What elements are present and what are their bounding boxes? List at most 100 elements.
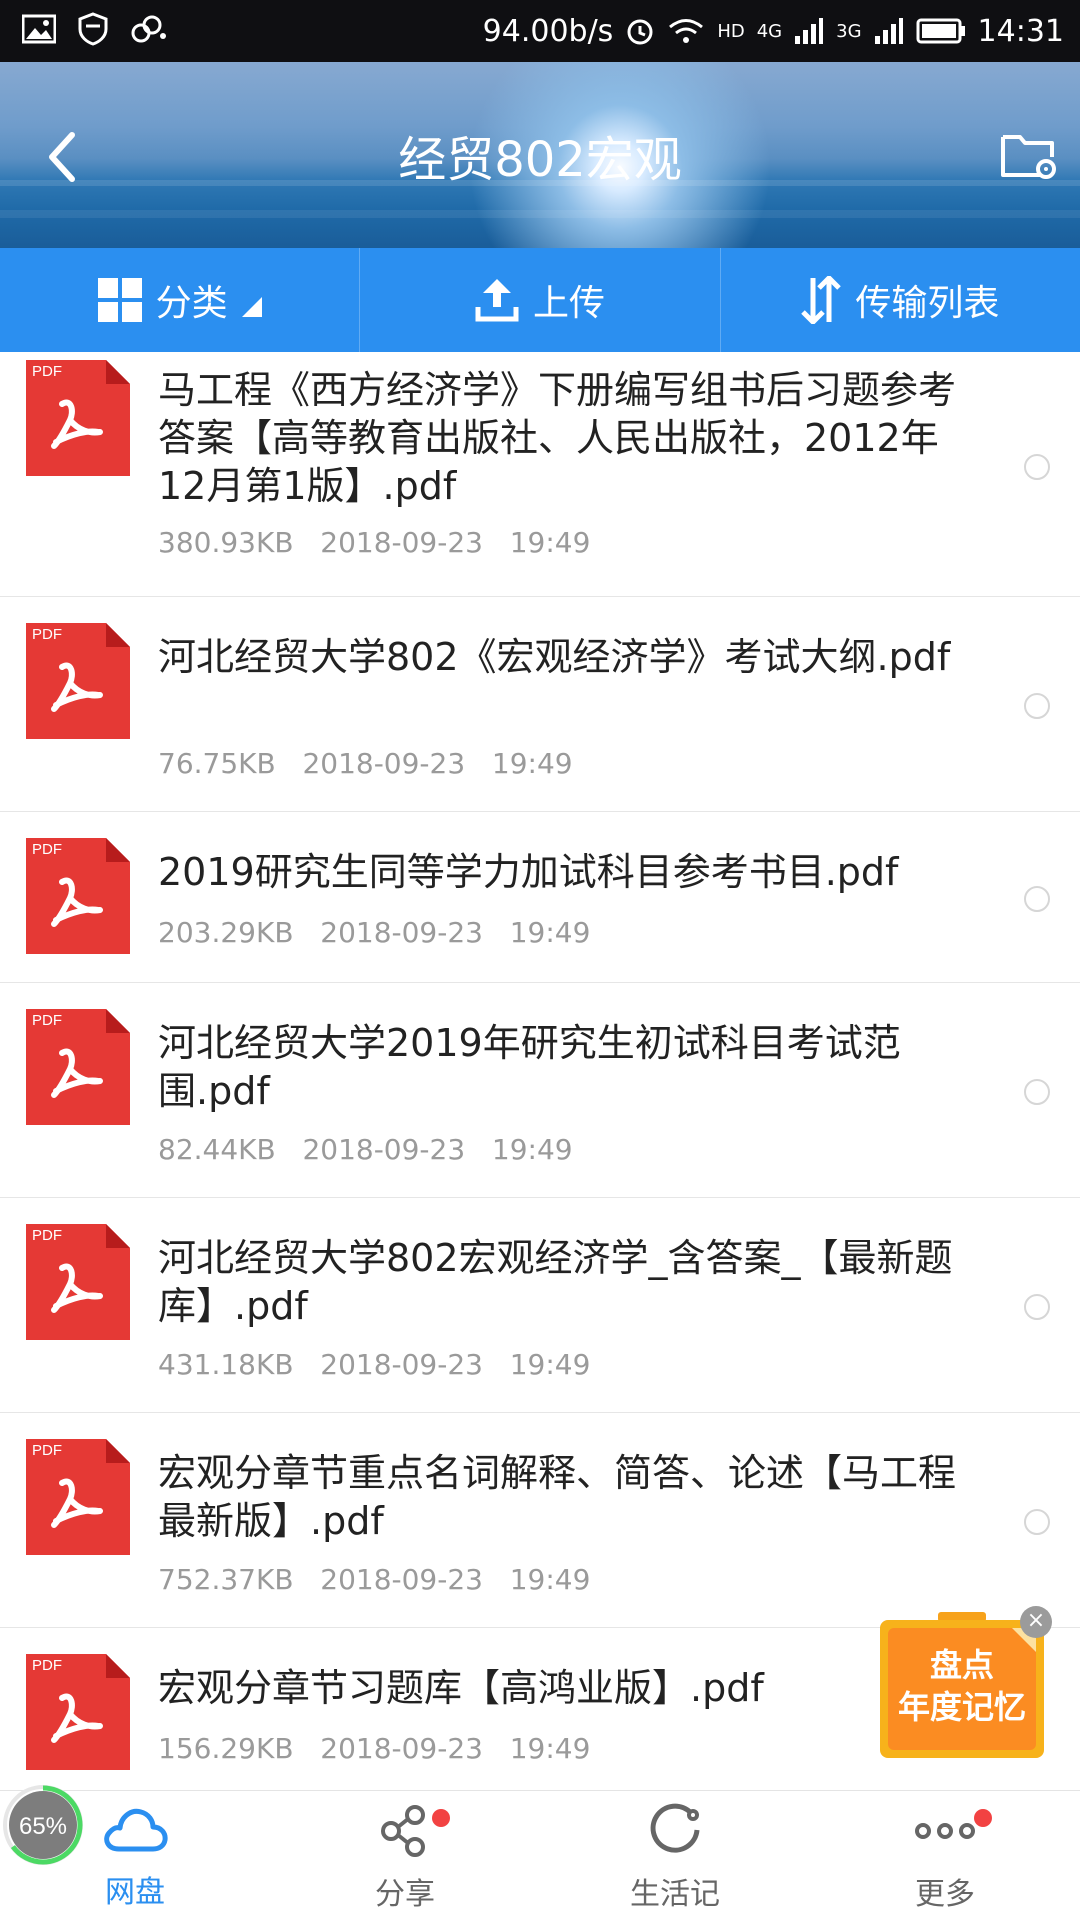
bottom-tab-bar: 网盘 分享 生活记 更多 (0, 1790, 1080, 1921)
file-meta: 380.93KB 2018-09-23 19:49 (158, 526, 590, 559)
select-radio[interactable] (1024, 886, 1050, 912)
battery-icon (916, 18, 965, 44)
tab-label: 生活记 (630, 1877, 720, 1912)
promo-close-icon[interactable]: × (1020, 1606, 1052, 1638)
file-meta: 203.29KB 2018-09-23 19:49 (158, 916, 590, 949)
file-row[interactable]: PDF 2019研究生同等学力加试科目参考书目.pdf 203.29KB 201… (0, 812, 1080, 983)
network-speed: 94.00b/s (482, 13, 614, 49)
signal-icon (874, 18, 903, 44)
upload-button[interactable]: 上传 (360, 248, 721, 352)
signal-icon (795, 18, 824, 44)
pdf-file-icon: PDF (26, 838, 130, 954)
file-row[interactable]: PDF 河北经贸大学2019年研究生初试科目考试范围.pdf 82.44KB 2… (0, 983, 1080, 1198)
alarm-icon (627, 19, 653, 45)
file-date: 2018-09-23 (302, 747, 466, 780)
transfer-list-button[interactable]: 传输列表 (721, 248, 1080, 352)
tab-label: 网盘 (105, 1875, 165, 1910)
more-icon (915, 1823, 975, 1839)
pdf-file-icon: PDF (26, 360, 130, 476)
notification-dot (432, 1809, 450, 1827)
promo-line-2: 年度记忆 (898, 1688, 1026, 1726)
pdf-file-icon: PDF (26, 1224, 130, 1340)
classify-label: 分类 (155, 283, 228, 324)
promo-line-1: 盘点 (930, 1646, 994, 1684)
svg-text:PDF: PDF (32, 1442, 62, 1459)
pdf-file-icon: PDF (26, 1009, 130, 1125)
tab-more[interactable]: 更多 (810, 1803, 1080, 1913)
transfer-list-label: 传输列表 (855, 283, 1000, 324)
svg-text:PDF: PDF (32, 1012, 62, 1029)
file-date: 2018-09-23 (320, 1348, 483, 1381)
file-name: 河北经贸大学802《宏观经济学》考试大纲.pdf (158, 635, 951, 679)
link-icon (131, 15, 166, 43)
file-time: 19:49 (509, 1563, 591, 1596)
svg-text:PDF: PDF (32, 626, 62, 643)
file-row[interactable]: PDF 河北经贸大学802《宏观经济学》考试大纲.pdf 76.75KB 201… (0, 597, 1080, 812)
storage-progress-ring[interactable]: 65% (2, 1784, 84, 1866)
file-time: 19:49 (509, 916, 591, 949)
clock: 14:31 (977, 13, 1064, 49)
header: 经贸802宏观 (0, 62, 1080, 248)
file-date: 2018-09-23 (320, 526, 483, 559)
gallery-icon (22, 14, 56, 44)
share-icon (381, 1805, 425, 1857)
file-date: 2018-09-23 (320, 1732, 483, 1765)
svg-text:PDF: PDF (32, 841, 62, 858)
transfer-icon (801, 276, 842, 324)
file-list: PDF 马工程《西方经济学》下册编写组书后习题参考答案【高等教育出版社、人民出版… (0, 352, 1080, 1798)
file-time: 19:49 (491, 747, 573, 780)
cloud-icon (104, 1808, 168, 1852)
file-name: 宏观分章节习题库【高鸿业版】.pdf (158, 1666, 764, 1710)
shield-icon (78, 12, 108, 46)
dropdown-triangle-icon (241, 297, 262, 317)
folder-settings-icon[interactable] (1000, 127, 1058, 181)
action-toolbar: 分类 上传 传输列表 (0, 248, 1080, 352)
file-time: 19:49 (509, 1348, 591, 1381)
file-meta: 752.37KB 2018-09-23 19:49 (158, 1563, 590, 1596)
file-time: 19:49 (509, 1732, 591, 1765)
file-date: 2018-09-23 (320, 916, 483, 949)
file-size: 431.18KB (158, 1348, 294, 1381)
page-title: 经贸802宏观 (398, 132, 682, 188)
tab-share[interactable]: 分享 (270, 1803, 540, 1913)
select-radio[interactable] (1024, 1294, 1050, 1320)
file-row[interactable]: PDF 马工程《西方经济学》下册编写组书后习题参考答案【高等教育出版社、人民出版… (0, 352, 1080, 597)
year-memory-promo[interactable]: 盘点 年度记忆 (880, 1612, 1044, 1758)
file-name: 宏观分章节重点名词解释、简答、论述【马工程最新版】.pdf (158, 1451, 957, 1543)
select-radio[interactable] (1024, 1509, 1050, 1535)
file-date: 2018-09-23 (302, 1133, 466, 1166)
tab-life-record[interactable]: 生活记 (540, 1803, 810, 1913)
file-name: 河北经贸大学2019年研究生初试科目考试范围.pdf (158, 1021, 901, 1113)
file-row[interactable]: PDF 河北经贸大学802宏观经济学_含答案_【最新题库】.pdf 431.18… (0, 1198, 1080, 1413)
file-name: 2019研究生同等学力加试科目参考书目.pdf (158, 850, 899, 894)
grid-icon (97, 278, 142, 322)
file-size: 380.93KB (158, 526, 294, 559)
tab-label: 更多 (915, 1877, 975, 1912)
file-size: 203.29KB (158, 916, 294, 949)
select-radio[interactable] (1024, 454, 1050, 480)
wifi-icon (669, 19, 704, 43)
svg-text:PDF: PDF (32, 1657, 62, 1674)
file-time: 19:49 (509, 526, 591, 559)
file-size: 82.44KB (158, 1133, 276, 1166)
hd-label: HD (717, 20, 745, 42)
file-meta: 82.44KB 2018-09-23 19:49 (158, 1133, 573, 1166)
file-date: 2018-09-23 (320, 1563, 483, 1596)
file-name: 马工程《西方经济学》下册编写组书后习题参考答案【高等教育出版社、人民出版社，20… (158, 368, 957, 508)
classify-button[interactable]: 分类 (0, 248, 361, 352)
tab-label: 分享 (375, 1877, 435, 1912)
select-radio[interactable] (1024, 693, 1050, 719)
file-meta: 76.75KB 2018-09-23 19:49 (158, 747, 573, 780)
upload-icon (475, 279, 519, 322)
progress-label: 65% (19, 1813, 67, 1840)
file-size: 156.29KB (158, 1732, 294, 1765)
file-meta: 431.18KB 2018-09-23 19:49 (158, 1348, 590, 1381)
file-size: 752.37KB (158, 1563, 294, 1596)
file-row[interactable]: PDF 宏观分章节重点名词解释、简答、论述【马工程最新版】.pdf 752.37… (0, 1413, 1080, 1628)
svg-text:PDF: PDF (32, 363, 62, 380)
life-record-icon (650, 1803, 700, 1853)
file-time: 19:49 (491, 1133, 573, 1166)
select-radio[interactable] (1024, 1079, 1050, 1105)
notification-dot (974, 1809, 992, 1827)
svg-text:PDF: PDF (32, 1227, 62, 1244)
